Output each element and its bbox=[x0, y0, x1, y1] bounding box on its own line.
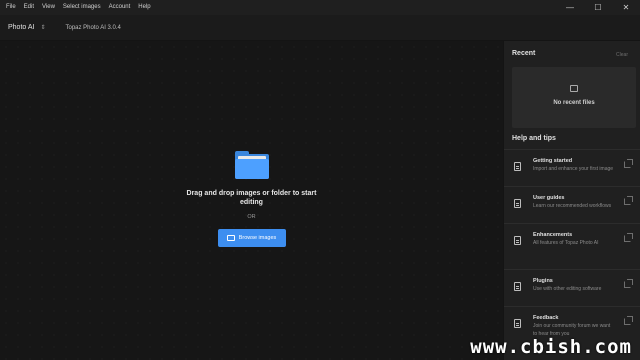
menu-view[interactable]: View bbox=[38, 0, 59, 15]
empty-folder-icon bbox=[570, 85, 578, 92]
watermark: www.cbish.com bbox=[470, 336, 632, 358]
menu-account[interactable]: Account bbox=[105, 0, 135, 15]
version-label: Topaz Photo AI 3.0.4 bbox=[65, 24, 121, 31]
help-tips-list: Getting started Import and enhance your … bbox=[504, 149, 640, 343]
minimize-button[interactable]: — bbox=[556, 0, 584, 15]
drop-canvas[interactable]: Drag and drop images or folder to start … bbox=[0, 41, 503, 360]
menu-select-images[interactable]: Select images bbox=[59, 0, 105, 15]
image-icon bbox=[226, 235, 235, 241]
external-link-icon bbox=[624, 233, 633, 242]
drop-title: Drag and drop images or folder to start … bbox=[186, 190, 317, 206]
menu-help[interactable]: Help bbox=[134, 0, 154, 15]
tip-description: All features of Topaz Photo AI bbox=[533, 240, 599, 246]
tip-description: Learn our recommended workflows bbox=[533, 203, 612, 209]
drop-zone: Drag and drop images or folder to start … bbox=[0, 151, 503, 247]
tip-title: Feedback bbox=[533, 315, 559, 321]
document-icon bbox=[514, 282, 521, 291]
tip-title: User guides bbox=[533, 195, 565, 201]
document-icon bbox=[514, 199, 521, 208]
recent-header: Recent Clear bbox=[504, 41, 640, 67]
tip-user-guides[interactable]: User guides Learn our recommended workfl… bbox=[504, 186, 640, 223]
no-recent-files-text: No recent files bbox=[553, 100, 595, 106]
browse-images-label: Browse images bbox=[238, 235, 277, 241]
browse-images-button[interactable]: Browse images bbox=[217, 229, 286, 247]
menu-file[interactable]: File bbox=[0, 0, 20, 15]
chevron-updown-icon[interactable]: ⇕ bbox=[40, 24, 45, 31]
external-link-icon bbox=[624, 316, 633, 325]
tip-title: Getting started bbox=[533, 158, 573, 164]
app-bar: Photo AI ⇕ Topaz Photo AI 3.0.4 bbox=[0, 15, 640, 41]
window-controls: — ☐ ✕ bbox=[556, 0, 640, 15]
close-button[interactable]: ✕ bbox=[612, 0, 640, 15]
external-link-icon bbox=[624, 279, 633, 288]
tip-title: Enhancements bbox=[533, 232, 573, 238]
recent-title: Recent bbox=[512, 50, 536, 57]
maximize-button[interactable]: ☐ bbox=[584, 0, 612, 15]
tip-description: Use with other editing software bbox=[533, 286, 602, 292]
tip-enhancements[interactable]: Enhancements All features of Topaz Photo… bbox=[504, 223, 640, 260]
document-icon bbox=[514, 162, 521, 171]
app-switcher[interactable]: Photo AI bbox=[0, 24, 34, 31]
tip-plugins[interactable]: Plugins Use with other editing software bbox=[504, 269, 640, 306]
recent-files-panel: No recent files bbox=[512, 67, 636, 128]
sidebar: Recent Clear No recent files Help and ti… bbox=[503, 41, 640, 360]
tip-description: Import and enhance your first image bbox=[533, 166, 614, 172]
menu-edit[interactable]: Edit bbox=[20, 0, 38, 15]
or-divider: OR bbox=[247, 214, 256, 220]
document-icon bbox=[514, 236, 521, 245]
folder-icon bbox=[234, 151, 269, 179]
tip-title: Plugins bbox=[533, 278, 553, 284]
menu-bar: File Edit View Select images Account Hel… bbox=[0, 0, 640, 15]
tip-getting-started[interactable]: Getting started Import and enhance your … bbox=[504, 149, 640, 186]
external-link-icon bbox=[624, 159, 633, 168]
clear-recent-button[interactable]: Clear bbox=[616, 52, 628, 58]
document-icon bbox=[514, 319, 521, 328]
help-tips-title: Help and tips bbox=[512, 135, 556, 142]
external-link-icon bbox=[624, 196, 633, 205]
